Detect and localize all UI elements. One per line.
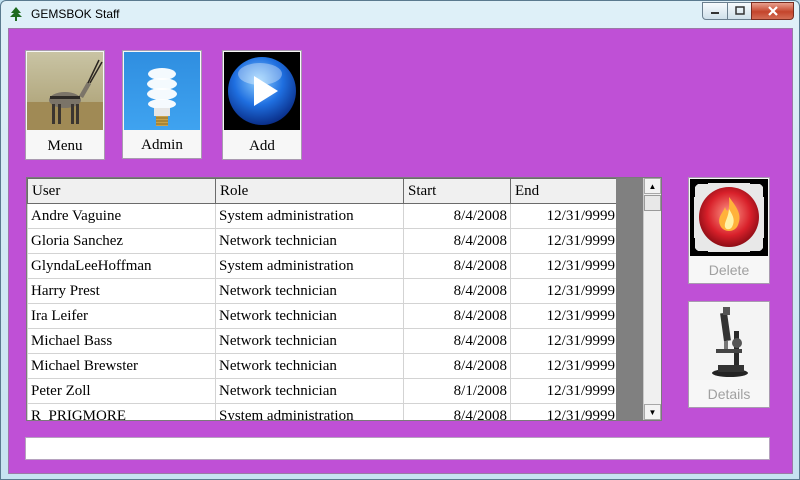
cell-user: Peter Zoll (27, 378, 216, 404)
cell-user: GlyndaLeeHoffman (27, 253, 216, 279)
admin-button[interactable]: Admin (122, 50, 202, 159)
cell-start: 8/4/2008 (403, 353, 511, 379)
up-arrow-icon: ▲ (648, 181, 657, 191)
column-header-role[interactable]: Role (215, 178, 404, 204)
details-button[interactable]: Details (688, 301, 770, 408)
maximize-button[interactable] (727, 2, 752, 20)
cell-start: 8/4/2008 (403, 303, 511, 329)
cell-end: 12/31/9999 (510, 353, 619, 379)
delete-button[interactable]: Delete (688, 177, 770, 284)
cell-end: 12/31/9999 (510, 328, 619, 354)
column-header-start[interactable]: Start (403, 178, 511, 204)
cell-end: 12/31/9999 (510, 303, 619, 329)
cell-end: 12/31/9999 (510, 378, 619, 404)
table-row[interactable]: Ira Leifer Network technician 8/4/2008 12/3… (27, 303, 619, 329)
cell-role: Network technician (215, 328, 404, 354)
cell-role: Network technician (215, 278, 404, 304)
cell-end: 12/31/9999 (510, 228, 619, 254)
table-row[interactable]: Andre Vaguine System administration 8/4/20… (27, 203, 619, 229)
cell-end: 12/31/9999 (510, 253, 619, 279)
cell-user: Harry Prest (27, 278, 216, 304)
scroll-down-button[interactable]: ▼ (644, 404, 661, 420)
close-button[interactable] (751, 2, 794, 20)
fire-icon (690, 179, 768, 256)
status-bar (25, 437, 770, 460)
cell-role: Network technician (215, 353, 404, 379)
cell-end: 12/31/9999 (510, 403, 619, 420)
cell-role: Network technician (215, 228, 404, 254)
cell-start: 8/1/2008 (403, 378, 511, 404)
column-header-end[interactable]: End (510, 178, 619, 204)
header-row: User Role Start End (27, 178, 619, 204)
microscope-icon (690, 303, 768, 380)
cell-end: 12/31/9999 (510, 278, 619, 304)
table-row[interactable]: Michael Bass Network technician 8/4/2008 12… (27, 328, 619, 354)
cell-role: System administration (215, 203, 404, 229)
gemsbok-photo-icon (27, 52, 103, 130)
title-bar[interactable]: GEMSBOK Staff (1, 1, 799, 27)
delete-label: Delete (708, 262, 750, 278)
maximize-icon (734, 6, 745, 15)
add-label: Add (249, 137, 275, 154)
minimize-icon (711, 12, 719, 14)
close-icon (767, 6, 778, 16)
table-row[interactable]: R_PRIGMORE System administration 8/4/2008 1… (27, 403, 619, 420)
tree-icon (10, 7, 22, 21)
cell-role: Network technician (215, 378, 404, 404)
menu-label: Menu (47, 137, 83, 154)
down-arrow-icon: ▼ (648, 407, 657, 417)
details-label: Details (707, 386, 751, 402)
cell-user: Ira Leifer (27, 303, 216, 329)
menu-button[interactable]: Menu (25, 50, 105, 160)
cell-start: 8/4/2008 (403, 253, 511, 279)
cell-start: 8/4/2008 (403, 203, 511, 229)
column-header-user[interactable]: User (27, 178, 216, 204)
grid-empty-area (616, 178, 643, 420)
table-row[interactable]: Peter Zoll Network technician 8/1/2008 12/3… (27, 378, 619, 404)
admin-label: Admin (141, 136, 183, 153)
table-row[interactable]: Gloria Sanchez Network technician 8/4/2008… (27, 228, 619, 254)
staff-table: User Role Start End Andre Vaguine System … (27, 178, 619, 420)
cell-user: Gloria Sanchez (27, 228, 216, 254)
cell-user: Michael Bass (27, 328, 216, 354)
add-button[interactable]: Add (222, 50, 302, 160)
vertical-scrollbar[interactable]: ▲ ▼ (643, 178, 661, 420)
table-row[interactable]: Michael Brewster Network technician 8/4/20… (27, 353, 619, 379)
cell-end: 12/31/9999 (510, 203, 619, 229)
cell-start: 8/4/2008 (403, 403, 511, 420)
cell-user: Michael Brewster (27, 353, 216, 379)
scroll-up-button[interactable]: ▲ (644, 178, 661, 194)
scroll-thumb[interactable] (644, 195, 661, 211)
cell-role: System administration (215, 253, 404, 279)
table-row[interactable]: GlyndaLeeHoffman System administration 8/4… (27, 253, 619, 279)
cell-role: System administration (215, 403, 404, 420)
main-panel: Menu Admin Add User Role Start End Andre… (8, 28, 793, 474)
window-title: GEMSBOK Staff (31, 7, 120, 21)
minimize-button[interactable] (702, 2, 728, 20)
cell-user: R_PRIGMORE (27, 403, 216, 420)
cell-user: Andre Vaguine (27, 203, 216, 229)
staff-grid[interactable]: User Role Start End Andre Vaguine System … (26, 177, 662, 421)
light-bulb-icon (124, 52, 200, 130)
cell-start: 8/4/2008 (403, 228, 511, 254)
cell-start: 8/4/2008 (403, 328, 511, 354)
app-window: GEMSBOK Staff Menu Admin Add User Role S… (0, 0, 800, 480)
play-icon (224, 52, 300, 130)
cell-start: 8/4/2008 (403, 278, 511, 304)
cell-role: Network technician (215, 303, 404, 329)
table-row[interactable]: Harry Prest Network technician 8/4/2008 12/… (27, 278, 619, 304)
